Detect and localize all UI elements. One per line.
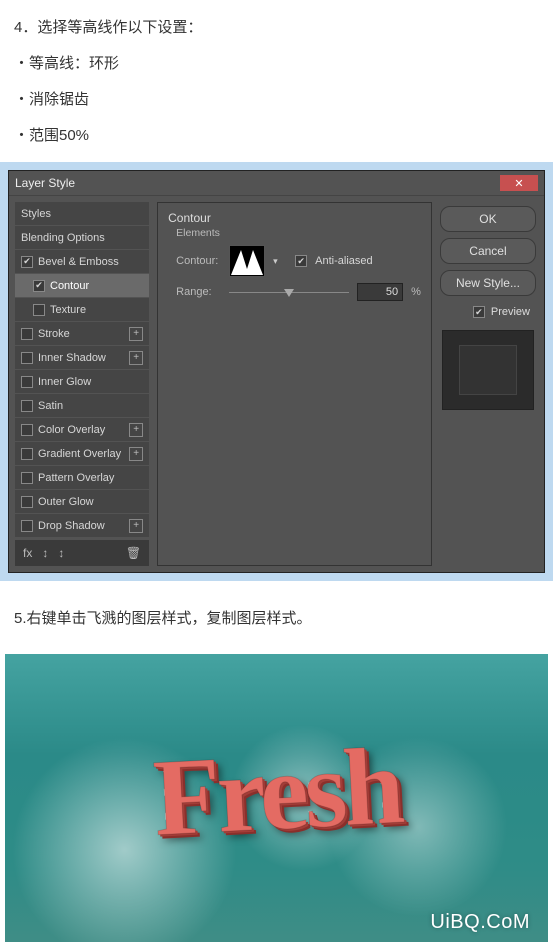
blending-options-label: Blending Options — [21, 232, 105, 244]
outer-glow-checkbox[interactable] — [21, 496, 33, 508]
add-icon[interactable]: + — [129, 447, 143, 461]
effects-list: Styles Blending Options Bevel & Emboss C… — [15, 202, 149, 566]
arrow-down-icon[interactable]: ↕ — [58, 546, 64, 560]
step4-title: 4．选择等高线作以下设置： — [14, 10, 539, 46]
bevel-emboss-checkbox[interactable] — [21, 256, 33, 268]
add-icon[interactable]: + — [129, 351, 143, 365]
color-overlay-label: Color Overlay — [38, 424, 105, 436]
contour-row[interactable]: Contour — [15, 274, 149, 297]
satin-row[interactable]: Satin — [15, 394, 149, 417]
texture-row[interactable]: Texture — [15, 298, 149, 321]
artwork-text: Fresh — [150, 722, 403, 862]
inner-glow-label: Inner Glow — [38, 376, 91, 388]
contour-label: Contour — [50, 280, 89, 292]
add-icon[interactable]: + — [129, 327, 143, 341]
stroke-checkbox[interactable] — [21, 328, 33, 340]
bevel-emboss-row[interactable]: Bevel & Emboss — [15, 250, 149, 273]
antialiased-checkbox[interactable] — [295, 255, 307, 267]
step4-bullet: ・范围50% — [14, 118, 539, 154]
blending-options-row[interactable]: Blending Options — [15, 226, 149, 249]
satin-checkbox[interactable] — [21, 400, 33, 412]
gradient-overlay-row[interactable]: Gradient Overlay + — [15, 442, 149, 465]
inner-shadow-row[interactable]: Inner Shadow + — [15, 346, 149, 369]
bevel-emboss-label: Bevel & Emboss — [38, 256, 119, 268]
step5-text: 5.右键单击飞溅的图层样式，复制图层样式。 — [14, 610, 312, 627]
range-slider[interactable] — [229, 289, 349, 295]
range-input[interactable]: 50 — [357, 283, 403, 301]
stroke-row[interactable]: Stroke + — [15, 322, 149, 345]
panel-subsection: Elements — [176, 227, 421, 239]
contour-panel: Contour Elements Contour: ▾ Anti-aliased — [157, 202, 432, 566]
cancel-button[interactable]: Cancel — [440, 238, 536, 264]
drop-shadow-row[interactable]: Drop Shadow + — [15, 514, 149, 537]
contour-picker[interactable] — [229, 245, 265, 277]
contour-checkbox[interactable] — [33, 280, 45, 292]
panel-title: Contour — [168, 211, 421, 225]
inner-glow-row[interactable]: Inner Glow — [15, 370, 149, 393]
chevron-down-icon[interactable]: ▾ — [273, 256, 287, 267]
styles-label: Styles — [21, 208, 51, 220]
pattern-overlay-checkbox[interactable] — [21, 472, 33, 484]
step4-bullet: ・等高线：环形 — [14, 46, 539, 82]
layer-style-window: Layer Style ✕ Styles Blending Options Be… — [8, 170, 545, 573]
texture-checkbox[interactable] — [33, 304, 45, 316]
add-icon[interactable]: + — [129, 519, 143, 533]
preview-label: Preview — [491, 306, 530, 318]
add-icon[interactable]: + — [129, 423, 143, 437]
drop-shadow-label: Drop Shadow — [38, 520, 105, 532]
gradient-overlay-checkbox[interactable] — [21, 448, 33, 460]
dialog-buttons: OK Cancel New Style... Preview — [440, 202, 538, 566]
texture-label: Texture — [50, 304, 86, 316]
new-style-button[interactable]: New Style... — [440, 270, 536, 296]
color-overlay-checkbox[interactable] — [21, 424, 33, 436]
satin-label: Satin — [38, 400, 63, 412]
stroke-label: Stroke — [38, 328, 70, 340]
outer-glow-label: Outer Glow — [38, 496, 94, 508]
close-icon[interactable]: ✕ — [500, 175, 538, 191]
fx-icon[interactable]: fx — [23, 546, 32, 560]
contour-field-label: Contour: — [176, 255, 221, 267]
outer-glow-row[interactable]: Outer Glow — [15, 490, 149, 513]
inner-shadow-label: Inner Shadow — [38, 352, 106, 364]
pattern-overlay-label: Pattern Overlay — [38, 472, 114, 484]
inner-shadow-checkbox[interactable] — [21, 352, 33, 364]
step4-bullet: ・消除锯齿 — [14, 82, 539, 118]
pattern-overlay-row[interactable]: Pattern Overlay — [15, 466, 149, 489]
preview-thumbnail — [442, 330, 534, 410]
result-image: Fresh UiBQ.CoM — [5, 654, 548, 942]
watermark: UiBQ.CoM — [430, 911, 530, 934]
range-unit: % — [411, 286, 421, 298]
layer-style-screenshot: Layer Style ✕ Styles Blending Options Be… — [0, 162, 553, 581]
preview-checkbox[interactable] — [473, 306, 485, 318]
inner-glow-checkbox[interactable] — [21, 376, 33, 388]
trash-icon[interactable]: 🗑 — [126, 546, 141, 560]
arrow-up-icon[interactable]: ↕ — [42, 546, 48, 560]
range-field-label: Range: — [176, 286, 221, 298]
antialiased-label: Anti-aliased — [315, 255, 372, 267]
window-title: Layer Style — [15, 176, 75, 190]
drop-shadow-checkbox[interactable] — [21, 520, 33, 532]
color-overlay-row[interactable]: Color Overlay + — [15, 418, 149, 441]
ok-button[interactable]: OK — [440, 206, 536, 232]
gradient-overlay-label: Gradient Overlay — [38, 448, 121, 460]
styles-row[interactable]: Styles — [15, 202, 149, 225]
